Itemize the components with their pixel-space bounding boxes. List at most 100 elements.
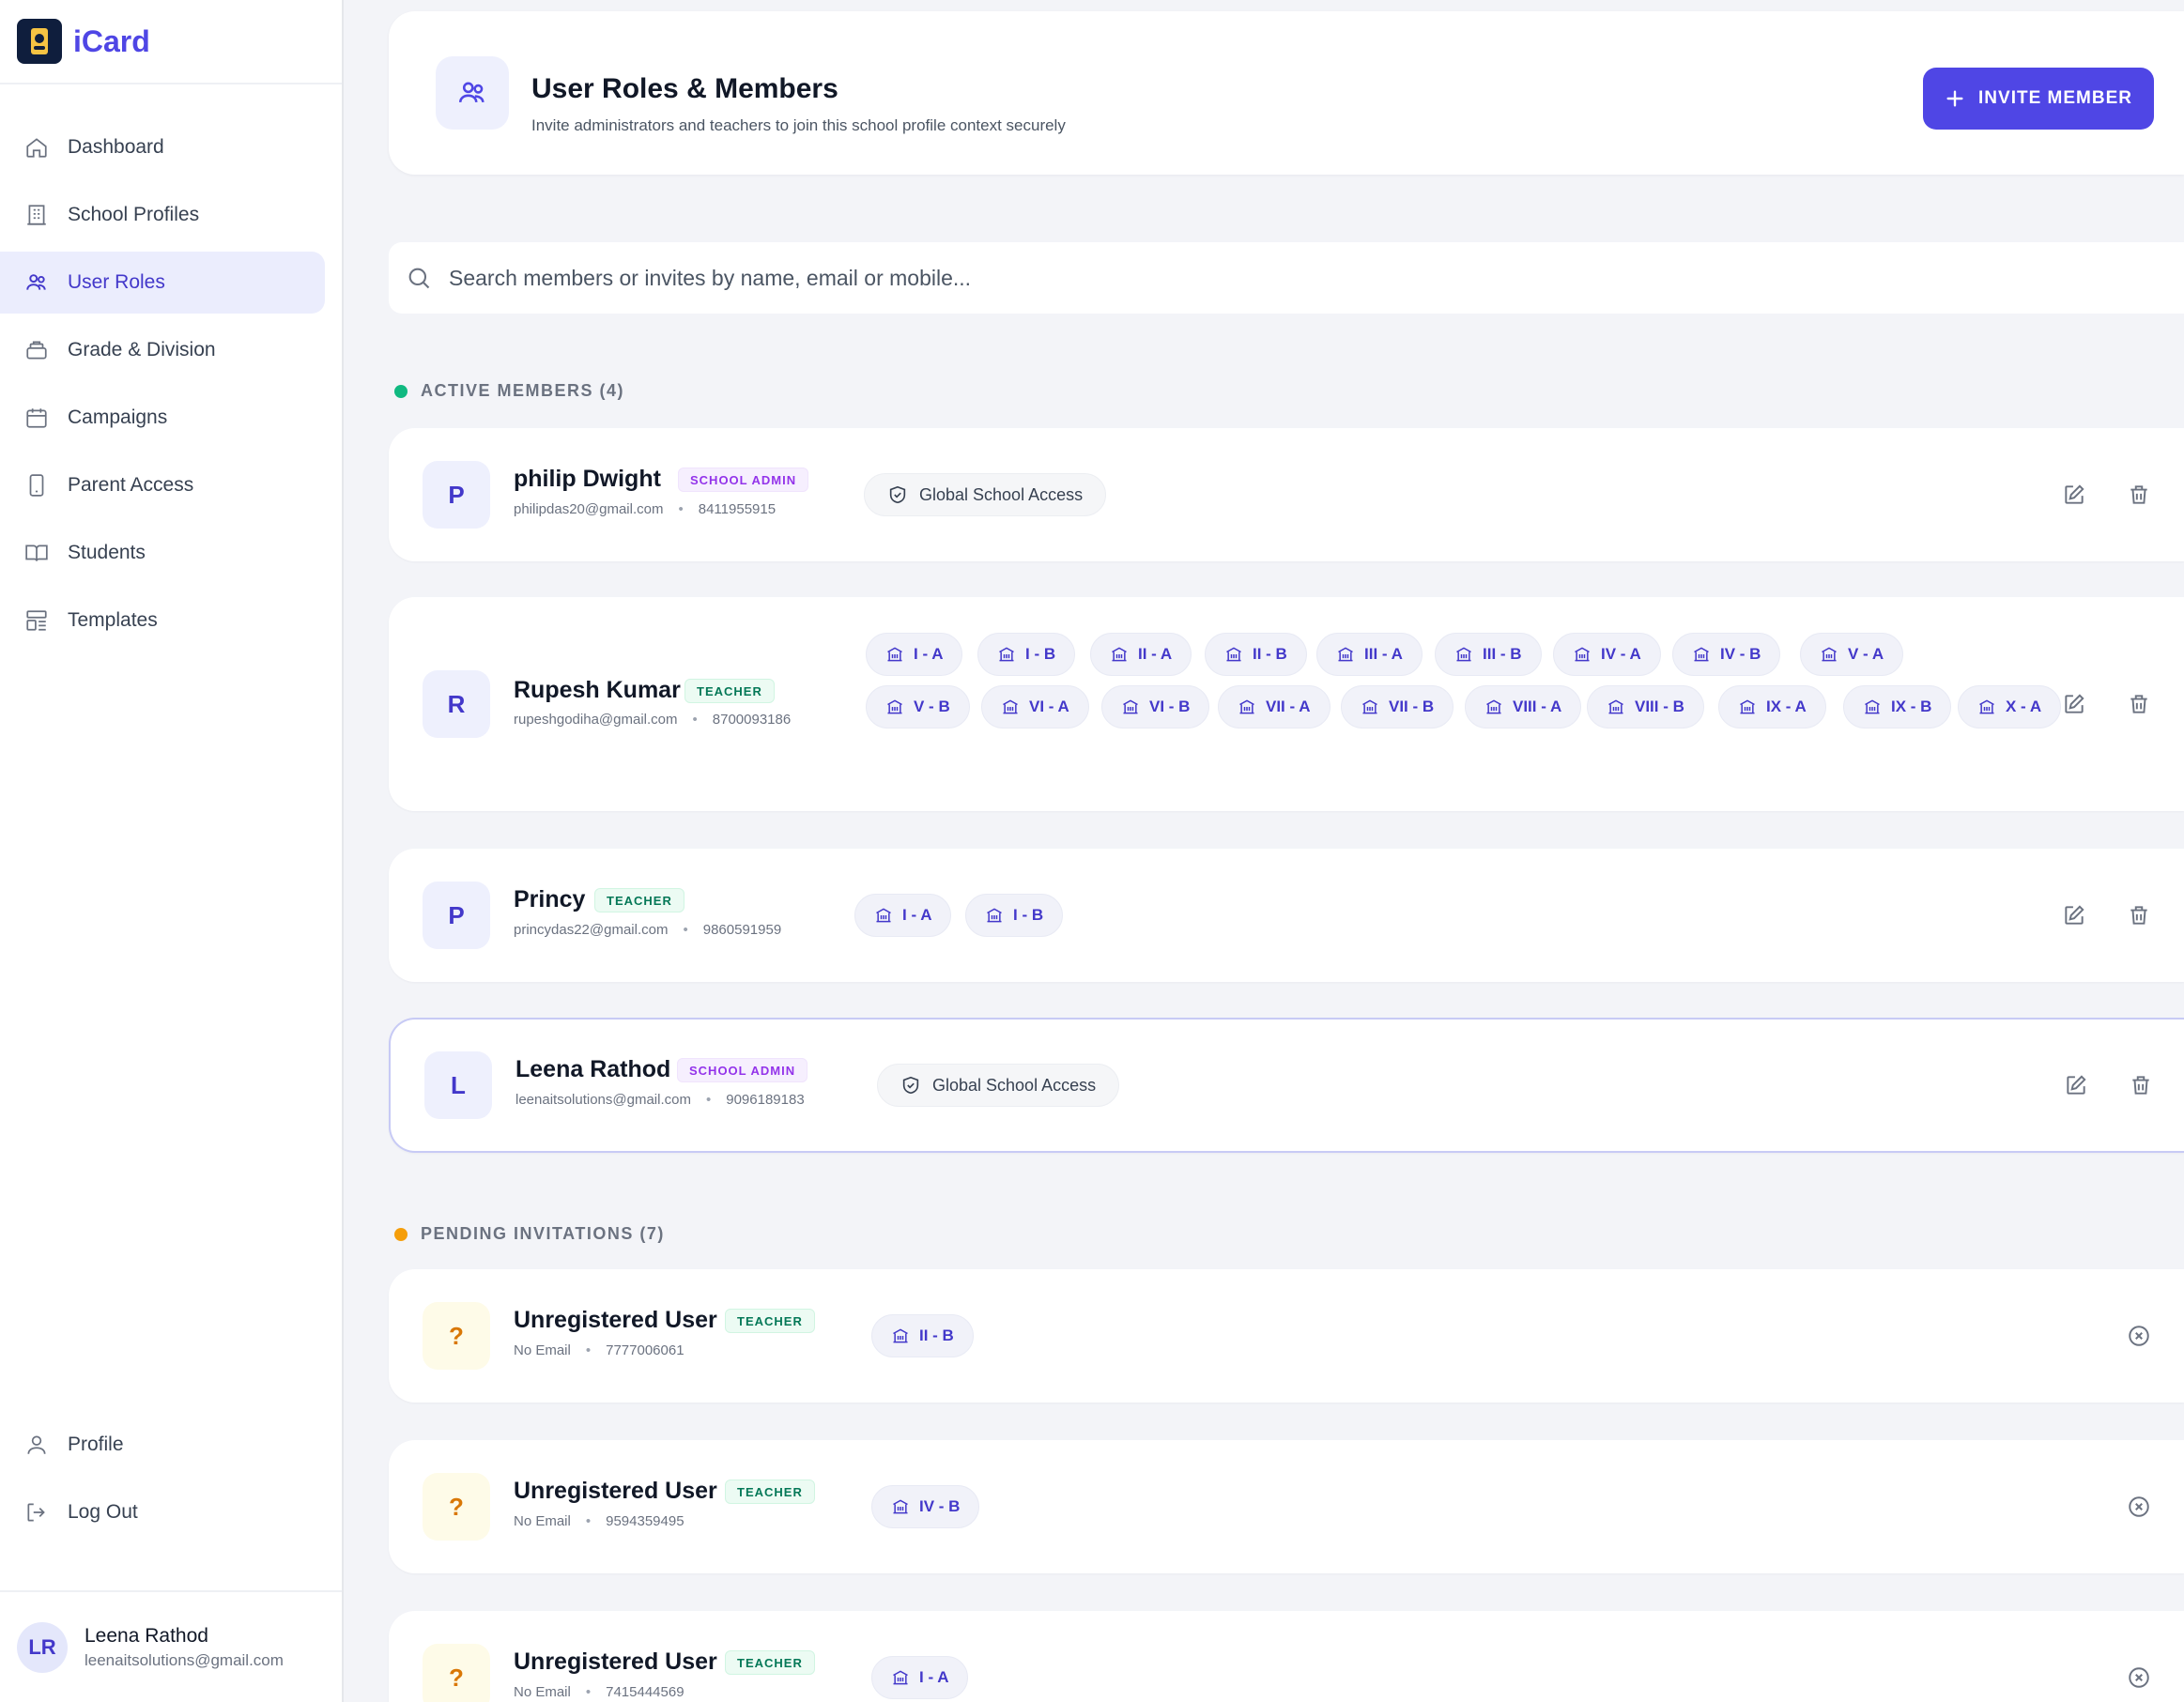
role-badge: SCHOOL ADMIN: [678, 468, 809, 492]
division-chip: VIII - B: [1587, 685, 1704, 728]
revoke-invite-button[interactable]: [2125, 1322, 2153, 1350]
sidebar-item-user-roles[interactable]: User Roles: [0, 252, 325, 314]
avatar: P: [423, 882, 490, 949]
division-chip: I - A: [871, 1656, 969, 1699]
invite-row: ? Unregistered User TEACHER No Email • 777…: [389, 1269, 2184, 1403]
edit-icon: [2067, 1075, 2086, 1095]
app-logo-icon: [17, 19, 62, 64]
member-email: rupeshgodiha@gmail.com: [514, 712, 678, 728]
division-chip: IV - B: [1672, 633, 1781, 676]
division-label: IV - A: [1601, 645, 1641, 663]
users-icon: [436, 56, 509, 130]
brand[interactable]: iCard: [0, 0, 342, 84]
sidebar: iCard Dashboard School Profiles User Rol…: [0, 0, 344, 1702]
sidebar-item-logout[interactable]: Log Out: [0, 1481, 325, 1543]
trash-icon: [2132, 1076, 2149, 1095]
sidebar-item-parent-access[interactable]: Parent Access: [0, 454, 325, 516]
division-chip: X - A: [1958, 685, 2062, 728]
division-label: I - A: [914, 645, 944, 663]
member-name: Unregistered User: [514, 1648, 717, 1675]
member-contact: leenaitsolutions@gmail.com • 9096189183: [515, 1092, 805, 1108]
division-label: VIII - B: [1635, 698, 1684, 715]
school-icon: [1740, 699, 1755, 714]
sidebar-item-students[interactable]: Students: [0, 522, 325, 584]
edit-button[interactable]: [2060, 690, 2088, 718]
school-icon: [887, 647, 902, 662]
delete-button[interactable]: [2125, 481, 2153, 509]
division-label: I - B: [1025, 645, 1056, 663]
member-row: P philip Dwight SCHOOL ADMIN philipdas20…: [389, 428, 2184, 561]
search-input[interactable]: [449, 265, 2045, 291]
sidebar-item-templates[interactable]: Templates: [0, 590, 325, 652]
delete-button[interactable]: [2125, 690, 2153, 718]
delete-button[interactable]: [2125, 901, 2153, 929]
role-badge: TEACHER: [725, 1650, 815, 1675]
shield-icon: [902, 1076, 919, 1095]
book-icon: [25, 544, 48, 561]
sidebar-item-grade-division[interactable]: Grade & Division: [0, 319, 325, 381]
sidebar-item-profile[interactable]: Profile: [0, 1414, 325, 1476]
member-contact: No Email • 7777006061: [514, 1342, 684, 1358]
edit-button[interactable]: [2060, 481, 2088, 509]
division-label: VIII - A: [1513, 698, 1562, 715]
delete-button[interactable]: [2127, 1071, 2155, 1099]
access-chip: Global School Access: [864, 473, 1107, 516]
member-name: Leena Rathod: [515, 1056, 671, 1082]
division-label: III - B: [1483, 645, 1522, 663]
member-name: Rupesh Kumar: [514, 677, 681, 703]
avatar: ?: [423, 1644, 490, 1702]
edit-icon: [2065, 484, 2084, 504]
member-row: P Princy TEACHER princydas22@gmail.com • 9…: [389, 849, 2184, 982]
school-icon: [893, 1499, 908, 1514]
division-label: I - B: [1013, 906, 1044, 924]
page-subtitle: Invite administrators and teachers to jo…: [531, 116, 1066, 134]
school-icon: [987, 908, 1002, 923]
division-label: II - B: [919, 1326, 954, 1344]
page-title: User Roles & Members: [531, 73, 838, 104]
search-bar: [389, 242, 2184, 314]
division-chip: VII - A: [1218, 685, 1330, 728]
division-chip: V - A: [1800, 633, 1904, 676]
member-mobile: 9096189183: [726, 1092, 805, 1108]
school-icon: [1575, 647, 1590, 662]
edit-button[interactable]: [2062, 1071, 2090, 1099]
sidebar-nav: Dashboard School Profiles User Roles Gra…: [0, 116, 342, 657]
division-chip: II - B: [871, 1314, 974, 1357]
page-header: User Roles & Members Invite administrato…: [389, 11, 2184, 175]
member-mobile: 8411955915: [698, 501, 777, 517]
sidebar-item-label: Campaigns: [68, 406, 168, 428]
school-icon: [1226, 647, 1241, 662]
sidebar-item-school-profiles[interactable]: School Profiles: [0, 184, 325, 246]
member-row: L Leena Rathod SCHOOL ADMIN leenaitsolut…: [389, 1018, 2184, 1153]
division-chip: VII - B: [1341, 685, 1454, 728]
division-chip: I - A: [854, 894, 952, 937]
revoke-invite-button[interactable]: [2125, 1664, 2153, 1692]
division-label: IV - B: [919, 1497, 961, 1515]
division-chip: IV - B: [871, 1485, 980, 1528]
pending-invitations-heading: PENDING INVITATIONS (7): [394, 1224, 665, 1244]
division-label: VI - B: [1149, 698, 1191, 715]
building-icon: [27, 205, 46, 225]
sidebar-item-label: Templates: [68, 609, 158, 631]
division-label: II - B: [1253, 645, 1287, 663]
trash-icon: [2130, 485, 2147, 504]
school-icon: [1003, 699, 1018, 714]
school-icon: [1338, 647, 1353, 662]
member-email: leenaitsolutions@gmail.com: [515, 1092, 691, 1108]
role-badge: TEACHER: [725, 1480, 815, 1504]
sidebar-item-dashboard[interactable]: Dashboard: [0, 116, 325, 178]
sidebar-item-campaigns[interactable]: Campaigns: [0, 387, 325, 449]
school-icon: [893, 1328, 908, 1343]
current-user-card[interactable]: LR Leena Rathod leenaitsolutions@gmail.c…: [0, 1590, 342, 1702]
edit-button[interactable]: [2060, 901, 2088, 929]
layout-icon: [26, 610, 47, 631]
member-contact: No Email • 9594359495: [514, 1513, 684, 1529]
division-chip: IX - A: [1718, 685, 1826, 728]
division-label: VII - B: [1389, 698, 1435, 715]
invite-member-button[interactable]: INVITE MEMBER: [1923, 68, 2154, 130]
member-email: princydas22@gmail.com: [514, 922, 669, 938]
division-label: I - A: [919, 1668, 949, 1686]
revoke-invite-button[interactable]: [2125, 1493, 2153, 1521]
avatar: L: [424, 1051, 492, 1119]
access-label: Global School Access: [932, 1075, 1097, 1095]
